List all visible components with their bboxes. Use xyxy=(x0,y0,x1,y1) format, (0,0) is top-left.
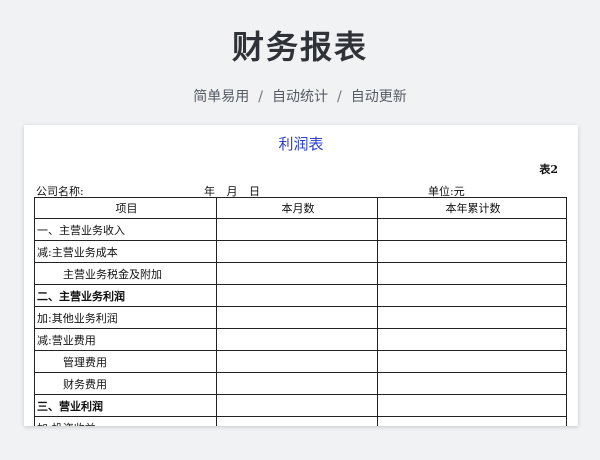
table-header-row: 项目 本月数 本年累计数 xyxy=(34,197,567,219)
cell-year-to-date[interactable] xyxy=(377,350,567,373)
table-row: 管理费用 xyxy=(34,350,567,373)
row-label: 加:其他业务利润 xyxy=(34,306,217,329)
row-label: 管理费用 xyxy=(34,350,217,373)
cell-this-month[interactable] xyxy=(216,262,378,285)
sheet-title: 利润表 xyxy=(278,135,324,153)
cell-this-month[interactable] xyxy=(216,416,378,426)
cell-this-month[interactable] xyxy=(216,328,378,351)
tag-auto-stats: 自动统计 xyxy=(272,89,328,105)
header-year-to-date: 本年累计数 xyxy=(377,197,567,219)
table-row: 主营业务税金及附加 xyxy=(34,262,567,285)
cell-this-month[interactable] xyxy=(216,218,378,241)
cell-year-to-date[interactable] xyxy=(377,284,567,307)
cell-this-month[interactable] xyxy=(216,372,378,395)
header-item: 项目 xyxy=(34,197,217,219)
table-row: 加:投资收益 xyxy=(34,416,567,426)
header-this-month: 本月数 xyxy=(216,197,378,219)
cell-year-to-date[interactable] xyxy=(377,240,567,263)
tag-easy: 简单易用 xyxy=(193,89,250,105)
cell-year-to-date[interactable] xyxy=(377,328,567,351)
row-label: 主营业务税金及附加 xyxy=(34,262,217,285)
table-number: 表2 xyxy=(539,163,558,176)
table-row: 减:营业费用 xyxy=(34,328,567,351)
cell-year-to-date[interactable] xyxy=(377,306,567,329)
cell-year-to-date[interactable] xyxy=(377,416,567,426)
table-row: 三、营业利润 xyxy=(34,394,567,417)
cell-this-month[interactable] xyxy=(216,394,378,417)
cell-year-to-date[interactable] xyxy=(377,262,567,285)
row-label: 三、营业利润 xyxy=(34,394,217,417)
income-statement-table: 项目 本月数 本年累计数 一、主营业务收入 减:主营业务成本 主营业务税金及附加 二、… xyxy=(34,197,567,426)
tag-separator: / xyxy=(258,89,263,105)
cell-this-month[interactable] xyxy=(216,284,378,307)
table-row: 加:其他业务利润 xyxy=(34,306,567,329)
row-label: 减:营业费用 xyxy=(34,328,217,351)
tag-separator: / xyxy=(337,89,342,105)
cell-year-to-date[interactable] xyxy=(377,394,567,417)
cell-this-month[interactable] xyxy=(216,240,378,263)
table-row: 财务费用 xyxy=(34,372,567,395)
tag-auto-update: 自动更新 xyxy=(350,89,407,105)
cell-year-to-date[interactable] xyxy=(377,372,567,395)
page-title: 财务报表 xyxy=(231,28,368,66)
table-row: 二、主营业务利润 xyxy=(34,284,567,307)
feature-tags: 简单易用 / 自动统计 / 自动更新 xyxy=(0,86,600,106)
spreadsheet-preview: 利润表 表2 公司名称: 年 月 日 单位:元 项目 本月数 本年累计数 一、主… xyxy=(24,125,578,426)
table-row: 减:主营业务成本 xyxy=(34,240,567,263)
table-row: 一、主营业务收入 xyxy=(34,218,567,241)
cell-this-month[interactable] xyxy=(216,350,378,373)
row-label: 二、主营业务利润 xyxy=(34,284,217,307)
cell-this-month[interactable] xyxy=(216,306,378,329)
row-label: 一、主营业务收入 xyxy=(34,218,217,241)
row-label: 加:投资收益 xyxy=(34,416,217,426)
cell-year-to-date[interactable] xyxy=(377,218,567,241)
row-label: 财务费用 xyxy=(34,372,217,395)
row-label: 减:主营业务成本 xyxy=(34,240,217,263)
